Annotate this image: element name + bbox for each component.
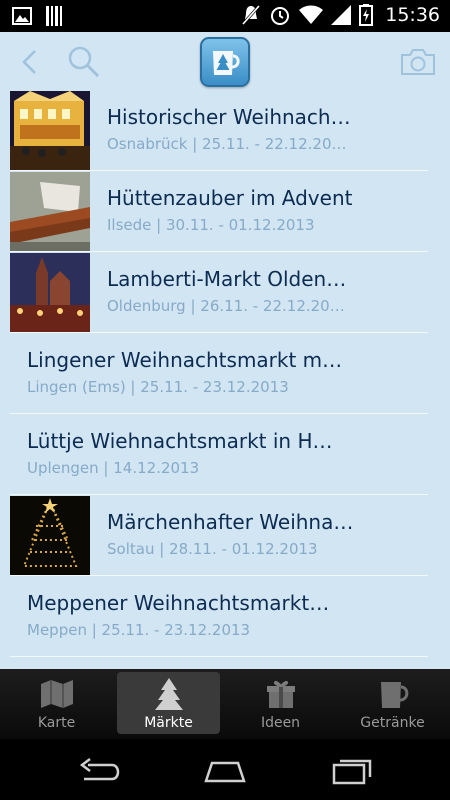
home-nav-icon[interactable]: [202, 757, 248, 785]
market-subtitle: Osnabrück | 25.11. - 22.12.20…: [107, 135, 347, 153]
barcode-icon: [46, 6, 62, 26]
market-title: Hüttenzauber im Advent: [107, 186, 353, 210]
image-icon: [12, 7, 32, 25]
list-item[interactable]: Lingener Weihnachtsmarkt m… Lingen (Ems)…: [10, 333, 428, 414]
tab-label: Getränke: [360, 715, 425, 731]
tab-label: Märkte: [144, 715, 193, 731]
market-list: Historischer Weihnach… Osnabrück | 25.11…: [10, 90, 428, 657]
bottom-tab-bar: Karte Märkte Ideen Getränke: [0, 669, 450, 739]
search-icon[interactable]: [66, 44, 102, 80]
status-time: 15:36: [385, 4, 440, 26]
market-thumbnail: [10, 496, 90, 575]
action-bar: [0, 32, 450, 90]
wifi-icon: [299, 5, 324, 24]
mug-icon: [380, 682, 408, 708]
tab-ideen[interactable]: Ideen: [229, 672, 332, 734]
market-subtitle: Ilsede | 30.11. - 01.12.2013: [107, 216, 315, 234]
tab-label: Karte: [37, 715, 76, 731]
market-title: Lingener Weihnachtsmarkt m…: [27, 348, 343, 372]
market-title: Historischer Weihnach…: [107, 105, 351, 129]
app-content: Historischer Weihnach… Osnabrück | 25.11…: [0, 32, 450, 669]
camera-icon[interactable]: [400, 48, 436, 76]
market-title: Lüttje Wiehnachtsmarkt in H…: [27, 429, 333, 453]
signal-icon: [331, 5, 352, 25]
tree-icon: [154, 678, 183, 710]
tab-getraenke[interactable]: Getränke: [341, 672, 444, 734]
gift-icon: [266, 680, 295, 708]
mute-icon: [242, 5, 261, 25]
market-subtitle: Uplengen | 14.12.2013: [27, 459, 200, 477]
market-title: Lamberti-Markt Olden…: [107, 267, 347, 291]
tab-maerkte[interactable]: Märkte: [117, 672, 220, 734]
market-title: Märchenhafter Weihna…: [107, 510, 354, 534]
list-item[interactable]: Historischer Weihnach… Osnabrück | 25.11…: [10, 90, 428, 171]
map-icon: [40, 680, 73, 708]
back-icon[interactable]: [18, 48, 42, 76]
list-item[interactable]: Hüttenzauber im Advent Ilsede | 30.11. -…: [10, 171, 428, 252]
market-thumbnail: [10, 91, 90, 170]
market-subtitle: Oldenburg | 26.11. - 22.12.20…: [107, 297, 345, 315]
app-logo-icon: [200, 37, 250, 87]
tab-label: Ideen: [260, 715, 301, 731]
market-thumbnail: [10, 253, 90, 332]
market-title: Meppener Weihnachtsmarkt…: [27, 591, 330, 615]
list-item[interactable]: Märchenhafter Weihna… Soltau | 28.11. - …: [10, 495, 428, 576]
alarm-icon: [271, 7, 290, 25]
list-item[interactable]: Meppener Weihnachtsmarkt… Meppen | 25.11…: [10, 576, 428, 657]
market-subtitle: Meppen | 25.11. - 23.12.2013: [27, 621, 251, 639]
market-thumbnail: [10, 172, 90, 251]
back-nav-icon[interactable]: [78, 757, 124, 785]
recents-nav-icon[interactable]: [328, 757, 374, 785]
list-item[interactable]: Lamberti-Markt Olden… Oldenburg | 26.11.…: [10, 252, 428, 333]
list-item[interactable]: Lüttje Wiehnachtsmarkt in H… Uplengen | …: [10, 414, 428, 495]
system-nav-bar: [0, 739, 450, 800]
tab-karte[interactable]: Karte: [5, 672, 108, 734]
market-subtitle: Lingen (Ems) | 25.11. - 23.12.2013: [27, 378, 289, 396]
market-subtitle: Soltau | 28.11. - 01.12.2013: [107, 540, 318, 558]
battery-icon: [359, 4, 374, 26]
status-bar: 15:36: [0, 0, 450, 32]
